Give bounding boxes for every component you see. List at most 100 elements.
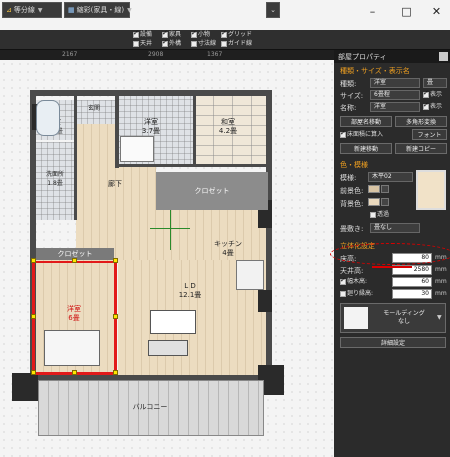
minimize-icon: – <box>369 4 376 18</box>
show-checkbox-1[interactable]: 表示 <box>423 89 442 99</box>
checkbox-label: 外構 <box>169 40 182 47</box>
wall <box>115 96 119 168</box>
selection-handle[interactable] <box>31 258 36 263</box>
checkbox-guide[interactable]: ガイド線 <box>221 40 252 48</box>
detail-settings-button[interactable]: 詳細設定 <box>340 337 446 348</box>
transparent-checkbox[interactable]: 透過 <box>370 211 389 219</box>
ceiling-height-value: 2580 <box>413 266 429 273</box>
room-size: 4.2畳 <box>218 127 238 135</box>
bg-color-picker[interactable] <box>381 198 389 206</box>
fg-color-picker[interactable] <box>381 185 389 193</box>
molding-select-button[interactable]: モールディング なし ▼ <box>340 303 446 333</box>
room-label-ld: L D 12.1畳 <box>170 282 210 300</box>
closet-main: クロゼット <box>156 172 268 210</box>
show-checkbox-2[interactable]: 表示 <box>423 101 443 111</box>
selection-handle[interactable] <box>113 370 118 375</box>
chevron-down-icon: ▼ <box>437 314 442 321</box>
checkbox-icon <box>191 40 197 47</box>
selection-handle[interactable] <box>31 370 36 375</box>
room-label-japanese: 和室 4.2畳 <box>208 118 248 136</box>
checkbox-icon <box>340 290 346 297</box>
button-label: 詳細設定 <box>380 340 405 347</box>
kind-unit-select[interactable]: 畳 <box>423 78 447 88</box>
panel-title-text: 部屋プロパティ <box>338 53 387 61</box>
baseboard-checkbox[interactable]: 幅木高: <box>340 276 367 286</box>
bedroom-bed <box>44 330 100 366</box>
selection-handle[interactable] <box>72 258 77 263</box>
room-name: L D <box>184 282 196 290</box>
room-size: 1.8畳 <box>47 180 63 187</box>
annotation-oval <box>330 243 450 265</box>
pattern-value: 木平02 <box>372 173 392 180</box>
wall-style-dropdown[interactable]: ⊿ 等分線 ▼ <box>2 2 62 18</box>
guide-line-h <box>150 228 190 229</box>
kind-value: 洋室 <box>374 79 387 86</box>
pillar <box>12 373 38 401</box>
tatami-value: 畳なし <box>374 224 393 231</box>
room-name: 和室 <box>221 118 235 126</box>
checkbox-icon <box>221 29 227 38</box>
molding-checkbox[interactable]: 廻り縁高: <box>340 290 373 298</box>
checkbox-icon <box>133 40 139 47</box>
room-label-washroom: 洗面所 1.8畳 <box>40 170 70 188</box>
create-move-button[interactable]: 新建移動 <box>340 143 392 154</box>
button-label: 多角形変換 <box>405 119 436 126</box>
show-label: 表示 <box>430 103 443 110</box>
molding-input[interactable]: 30 <box>392 289 432 299</box>
checkbox-label: 寸法線 <box>198 40 217 47</box>
selection-handle[interactable] <box>113 314 118 319</box>
checkbox-label: 家具 <box>169 31 182 38</box>
display-checkboxes: 設備 天井 家具 外構 小物 寸法線 グリッド ガイド線 <box>133 29 253 49</box>
kind-select[interactable]: 洋室 <box>370 78 420 88</box>
name-input[interactable]: 洋室 <box>370 102 420 112</box>
view-mode-dropdown[interactable]: ▦ 縮彩(家具・線) ▼ <box>64 2 132 18</box>
checkbox-exterior[interactable]: 外構 <box>162 38 182 48</box>
bg-color-swatch[interactable] <box>368 198 380 206</box>
checkbox-ceiling[interactable]: 天井 <box>133 40 152 48</box>
checkbox-icon <box>340 276 346 285</box>
wall <box>266 90 272 370</box>
floor-plan[interactable]: クロゼット クロゼット 洋室 3.7畳 和室 4.2畳 廊下 キッチン 4畳 L D1… <box>0 60 334 457</box>
checkbox-dimension[interactable]: 寸法線 <box>191 40 216 48</box>
polygon-convert-button[interactable]: 多角形変換 <box>395 116 447 127</box>
view-mode-label: 縮彩(家具・線) <box>76 6 125 14</box>
room-size: 3.7畳 <box>141 127 161 135</box>
wall <box>30 90 272 96</box>
name-label: 名称: <box>340 104 357 112</box>
fg-color-swatch[interactable] <box>368 185 380 193</box>
selection-handle[interactable] <box>113 258 118 263</box>
checkbox-icon <box>370 211 376 218</box>
chevron-down-icon: ⌄ <box>270 6 276 14</box>
checkbox-icon <box>340 129 346 138</box>
checkbox-grid[interactable]: グリッド <box>221 29 252 39</box>
checkbox-accessories[interactable]: 小物 <box>191 29 210 39</box>
close-button[interactable]: ✕ <box>420 0 450 22</box>
create-copy-button[interactable]: 新建コピー <box>395 143 447 154</box>
checkbox-equipment[interactable]: 設備 <box>133 29 152 39</box>
room-size: 12.1畳 <box>178 291 202 299</box>
maximize-button[interactable]: □ <box>390 0 423 22</box>
molding-value: 30 <box>421 290 429 297</box>
baseboard-input[interactable]: 60 <box>392 277 432 287</box>
kind-unit-value: 畳 <box>427 79 434 86</box>
unit-label: mm <box>435 266 447 273</box>
chevron-down-icon: ▼ <box>37 6 43 14</box>
font-button[interactable]: フォント <box>412 129 447 140</box>
minimize-button[interactable]: – <box>356 0 389 22</box>
toolbar-more-button[interactable]: ⌄ <box>266 2 280 18</box>
selection-handle[interactable] <box>31 314 36 319</box>
pin-icon[interactable] <box>439 52 448 61</box>
wall-style-label: 等分線 <box>13 6 35 14</box>
room-name: 洋室 <box>67 305 81 313</box>
pattern-select[interactable]: 木平02 <box>368 172 413 182</box>
selection-handle[interactable] <box>72 370 77 375</box>
room-name-move-button[interactable]: 部屋名移動 <box>340 116 392 127</box>
ruler-mark: 1367 <box>207 51 223 58</box>
annotation-line <box>372 266 412 268</box>
kind-label: 種類: <box>340 80 357 88</box>
size-select[interactable]: 6畳程 <box>370 90 420 100</box>
tatami-select[interactable]: 畳なし <box>370 223 420 233</box>
ruler-mark: 2167 <box>62 51 78 58</box>
floor-area-checkbox[interactable]: 床面積に算入 <box>340 129 383 139</box>
room-size: 6畳 <box>68 314 80 322</box>
